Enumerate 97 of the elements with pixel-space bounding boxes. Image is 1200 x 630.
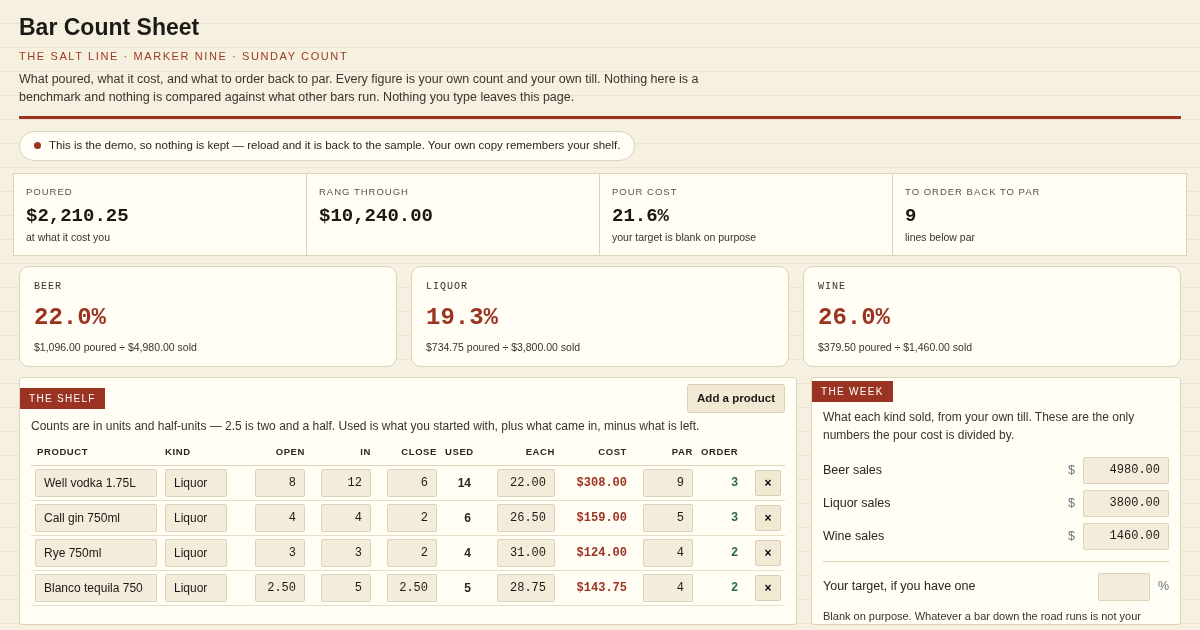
stat-label: POUR COST bbox=[612, 184, 679, 199]
kind-label: BEER bbox=[34, 280, 63, 295]
currency-symbol: $ bbox=[1068, 527, 1075, 545]
page-title: Bar Count Sheet bbox=[19, 14, 201, 42]
stat-value: $2,210.25 bbox=[26, 203, 130, 229]
sales-field[interactable]: 1460.00 bbox=[1083, 522, 1169, 550]
kind-detail: $379.50 poured ÷ $1,460.00 sold bbox=[818, 340, 974, 356]
sales-label: Beer sales bbox=[823, 461, 884, 479]
kind-field[interactable]: Liquor bbox=[165, 574, 227, 603]
column-header: IN bbox=[309, 439, 375, 466]
column-header: COST bbox=[559, 439, 631, 466]
column-header: PRODUCT bbox=[31, 439, 161, 466]
order-cell: 2 bbox=[697, 570, 743, 606]
currency-symbol: $ bbox=[1068, 461, 1075, 479]
stat-note: lines below par bbox=[905, 230, 977, 246]
sales-label: Liquor sales bbox=[823, 494, 892, 512]
count-field[interactable]: 5 bbox=[321, 574, 371, 603]
add-product-button[interactable]: Add a product bbox=[687, 383, 785, 414]
pour-cost-percent: 19.3% bbox=[426, 303, 499, 334]
notice-text: This is the demo, so nothing is kept — reload and it is back to the sample. Your own copy remembers your shelf. bbox=[49, 138, 621, 154]
sales-field[interactable]: 4980.00 bbox=[1083, 456, 1169, 484]
kind-detail: $734.75 poured ÷ $3,800.00 sold bbox=[426, 340, 582, 356]
order-cell: 2 bbox=[697, 535, 743, 571]
count-field[interactable]: 3 bbox=[321, 539, 371, 568]
used-cell: 14 bbox=[441, 465, 481, 501]
product-field[interactable]: Call gin 750ml bbox=[35, 504, 157, 533]
shelf-note: Counts are in units and half-units — 2.5 is two and a half. Used is what you started with, plus what came in, minus what is left. bbox=[31, 418, 701, 436]
stat-note: at what it cost you bbox=[26, 230, 112, 246]
cost-cell: $308.00 bbox=[559, 465, 631, 501]
delete-button[interactable]: × bbox=[755, 470, 781, 497]
stat-value: 9 bbox=[905, 203, 918, 229]
stat-label: RANG THROUGH bbox=[319, 184, 410, 199]
count-field[interactable]: 2.50 bbox=[387, 574, 437, 603]
column-header: KIND bbox=[161, 439, 243, 466]
cost-cell: $124.00 bbox=[559, 535, 631, 571]
cost-cell: $143.75 bbox=[559, 570, 631, 606]
target-label: Your target, if you have one bbox=[823, 578, 977, 596]
sales-label: Wine sales bbox=[823, 527, 886, 545]
column-header: USED bbox=[441, 439, 481, 466]
count-field[interactable]: 8 bbox=[255, 469, 305, 498]
stat-note: your target is blank on purpose bbox=[612, 230, 758, 246]
kind-field[interactable]: Liquor bbox=[165, 504, 227, 533]
used-cell: 6 bbox=[441, 500, 481, 536]
target-field[interactable] bbox=[1097, 572, 1150, 601]
order-cell: 3 bbox=[697, 465, 743, 501]
product-field[interactable]: Blanco tequila 750 bbox=[35, 574, 157, 603]
product-field[interactable]: Rye 750ml bbox=[35, 539, 157, 568]
price-field[interactable]: 28.75 bbox=[497, 574, 555, 603]
intro-text: What poured, what it cost, and what to order back to par. Every figure is your own count and your own till. Nothing here is a benchmark and nothing is compared against what other bars run. Nothing you type leaves this page. bbox=[19, 71, 700, 107]
cost-cell: $159.00 bbox=[559, 500, 631, 536]
delete-button[interactable]: × bbox=[755, 505, 781, 532]
par-field[interactable]: 4 bbox=[643, 539, 693, 568]
used-cell: 4 bbox=[441, 535, 481, 571]
kind-field[interactable]: Liquor bbox=[165, 539, 227, 568]
delete-button[interactable]: × bbox=[755, 540, 781, 567]
kind-label: WINE bbox=[818, 280, 847, 295]
column-header: PAR bbox=[631, 439, 697, 466]
target-footnote: Blank on purpose. Whatever a bar down the road runs is not your bbox=[823, 608, 1142, 624]
count-field[interactable]: 4 bbox=[255, 504, 305, 533]
pour-cost-percent: 22.0% bbox=[34, 303, 107, 334]
par-field[interactable]: 5 bbox=[643, 504, 693, 533]
currency-symbol: $ bbox=[1068, 494, 1075, 512]
price-field[interactable]: 22.00 bbox=[497, 469, 555, 498]
kind-detail: $1,096.00 poured ÷ $4,980.00 sold bbox=[34, 340, 198, 356]
count-field[interactable]: 2 bbox=[387, 504, 437, 533]
section-tag: THE SHELF bbox=[20, 387, 105, 409]
stat-value: 21.6% bbox=[612, 203, 670, 229]
count-field[interactable]: 6 bbox=[387, 469, 437, 498]
percent-unit: % bbox=[1157, 578, 1169, 596]
column-header: CLOSE bbox=[375, 439, 441, 466]
kind-field[interactable]: Liquor bbox=[165, 469, 227, 498]
stat-label: TO ORDER BACK TO PAR bbox=[905, 184, 1042, 199]
status-dot-icon bbox=[34, 142, 41, 150]
stat-value: $10,240.00 bbox=[319, 203, 435, 229]
price-field[interactable]: 31.00 bbox=[497, 539, 555, 568]
count-field[interactable]: 2 bbox=[387, 539, 437, 568]
section-tag: THE WEEK bbox=[812, 380, 893, 402]
order-cell: 3 bbox=[697, 500, 743, 536]
used-cell: 5 bbox=[441, 570, 481, 606]
product-field[interactable]: Well vodka 1.75L bbox=[35, 469, 157, 498]
kind-label: LIQUOR bbox=[426, 280, 469, 295]
count-field[interactable]: 12 bbox=[321, 469, 371, 498]
sales-field[interactable]: 3800.00 bbox=[1083, 489, 1169, 517]
count-field[interactable]: 4 bbox=[321, 504, 371, 533]
column-header: OPEN bbox=[243, 439, 309, 466]
column-header: EACH bbox=[481, 439, 559, 466]
delete-button[interactable]: × bbox=[755, 575, 781, 602]
par-field[interactable]: 9 bbox=[643, 469, 693, 498]
price-field[interactable]: 26.50 bbox=[497, 504, 555, 533]
stat-label: POURED bbox=[26, 184, 74, 199]
count-field[interactable]: 3 bbox=[255, 539, 305, 568]
column-header: ORDER bbox=[697, 439, 743, 466]
pour-cost-percent: 26.0% bbox=[818, 303, 891, 334]
par-field[interactable]: 4 bbox=[643, 574, 693, 603]
page-subtitle: THE SALT LINE · MARKER NINE · SUNDAY COUNT bbox=[19, 48, 350, 64]
week-note: What each kind sold, from your own till. These are the only numbers the pour cost is divided by. bbox=[823, 408, 1136, 444]
count-field[interactable]: 2.50 bbox=[255, 574, 305, 603]
